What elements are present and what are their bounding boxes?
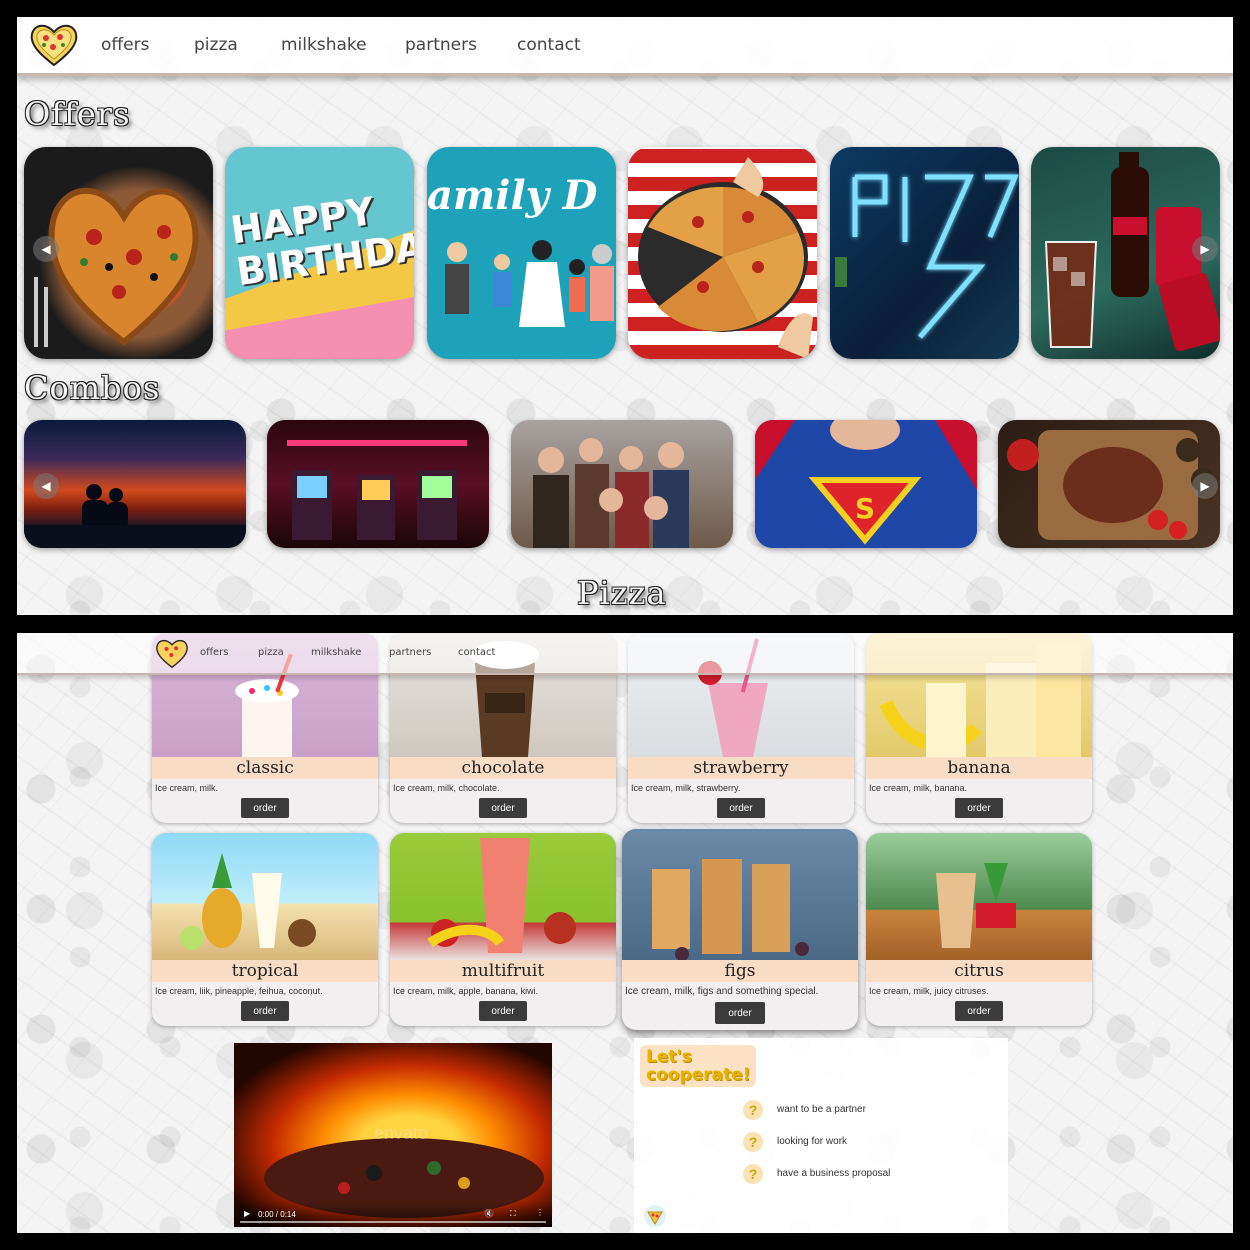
video-controls: ▶ 0:00 / 0:14 🔇 ⛶ ⋮: [234, 1201, 552, 1227]
combo-card-friends[interactable]: [511, 420, 733, 548]
superman-image: S: [755, 420, 977, 548]
nav-offers[interactable]: offers: [200, 647, 228, 658]
order-button[interactable]: order: [241, 1001, 289, 1021]
order-button[interactable]: order: [241, 798, 289, 818]
offers-next-arrow[interactable]: ▶: [1192, 236, 1218, 262]
coop-work-link[interactable]: looking for work: [777, 1136, 847, 1147]
pizza-heart-logo[interactable]: [29, 21, 79, 67]
offers-prev-arrow[interactable]: ◀: [33, 236, 59, 262]
order-button[interactable]: order: [479, 798, 527, 818]
neon-sign-image: [835, 174, 1019, 339]
shake-name: chocolate: [390, 757, 616, 779]
shake-name: multifruit: [390, 960, 616, 982]
offers-page-screenshot: offers pizza milkshake partners contact …: [17, 17, 1233, 615]
milkshake-card-tropical: tropical Ice cream, liik, pineapple, fei…: [152, 833, 378, 1026]
family-figures: [445, 240, 614, 327]
combos-prev-arrow[interactable]: ◀: [33, 473, 59, 499]
pizza-slices-image: [638, 157, 813, 359]
family-day-text: amily D: [427, 172, 598, 219]
multifruit-shake-image: [390, 833, 616, 960]
shake-name: figs: [622, 960, 858, 982]
more-options-icon[interactable]: ⋮: [536, 1208, 544, 1217]
steak-board-image: [1007, 430, 1215, 540]
shake-description: Ice cream, milk, banana.: [869, 783, 968, 793]
video-watermark: envato: [374, 1123, 429, 1143]
order-button[interactable]: order: [717, 798, 765, 818]
shake-name: banana: [866, 757, 1092, 779]
pizza-heart-logo[interactable]: [155, 637, 189, 669]
shake-description: Ice cream, milk.: [155, 783, 219, 793]
shake-description: Ice cream, milk, figs and something spec…: [625, 986, 819, 997]
question-icon: ?: [743, 1132, 763, 1152]
question-icon: ?: [743, 1100, 763, 1120]
combo-card-superman[interactable]: S: [755, 420, 977, 548]
shake-description: Ice cream, milk, chocolate.: [393, 783, 500, 793]
nav-milkshake[interactable]: milkshake: [311, 647, 361, 658]
cooperate-panel: Let's cooperate! ? want to be a partner …: [634, 1038, 1008, 1233]
nav-pizza[interactable]: pizza: [258, 647, 284, 658]
combo-card-arcade[interactable]: [267, 420, 489, 548]
milkshake-card-figs: figs Ice cream, milk, figs and something…: [622, 829, 858, 1030]
offer-card-happy-birthday[interactable]: HAPPY BIRTHDAY: [225, 147, 414, 359]
combo-card-steak[interactable]: [998, 420, 1220, 548]
order-button[interactable]: order: [955, 798, 1003, 818]
coop-partner-link[interactable]: want to be a partner: [777, 1104, 866, 1115]
chevron-left-icon: ◀: [41, 242, 51, 256]
video-time: 0:00 / 0:14: [258, 1210, 296, 1219]
figs-shake-image: [622, 829, 858, 961]
bottom-navbar: offers pizza milkshake partners contact: [17, 633, 1233, 675]
coop-proposal-link[interactable]: have a business proposal: [777, 1168, 890, 1179]
mute-icon[interactable]: 🔇: [484, 1209, 494, 1218]
nav-partners[interactable]: partners: [389, 647, 431, 658]
pizza-slice-icon: [644, 1205, 666, 1227]
play-icon[interactable]: ▶: [244, 1209, 250, 1218]
pizza-fire-video[interactable]: envato ▶ 0:00 / 0:14 🔇 ⛶ ⋮: [234, 1043, 552, 1227]
top-navbar: offers pizza milkshake partners contact: [17, 17, 1233, 76]
shake-description: Ice cream, milk, apple, banana, kiwi.: [393, 986, 539, 996]
shake-name: tropical: [152, 960, 378, 982]
nav-partners[interactable]: partners: [405, 35, 477, 55]
nav-contact[interactable]: contact: [517, 35, 581, 55]
cooperate-title-line1: Let's: [646, 1047, 692, 1067]
arcade-room-image: [287, 440, 467, 540]
shake-name: strawberry: [628, 757, 854, 779]
svg-text:S: S: [855, 492, 875, 525]
shake-name: classic: [152, 757, 378, 779]
milkshake-page-screenshot: offers pizza milkshake partners contact …: [17, 633, 1233, 1233]
offers-heading: Offers: [24, 95, 131, 133]
milkshake-card-multifruit: multifruit Ice cream, milk, apple, banan…: [390, 833, 616, 1026]
cooperate-title-line2: cooperate!: [646, 1065, 751, 1085]
shake-description: Ice cream, milk, juicy citruses.: [869, 986, 989, 996]
combos-next-arrow[interactable]: ▶: [1192, 473, 1218, 499]
citrus-shake-image: [866, 833, 1092, 960]
video-progress-bar[interactable]: [240, 1221, 546, 1223]
offer-card-family-day[interactable]: amily D: [427, 147, 616, 359]
nav-milkshake[interactable]: milkshake: [281, 35, 367, 55]
nav-contact[interactable]: contact: [458, 647, 495, 658]
nav-offers[interactable]: offers: [101, 35, 149, 55]
pizza-heading: Pizza: [577, 574, 667, 612]
nav-pizza[interactable]: pizza: [194, 35, 238, 55]
chevron-left-icon: ◀: [41, 479, 51, 493]
friends-group-image: [533, 438, 689, 548]
question-icon: ?: [743, 1164, 763, 1184]
order-button[interactable]: order: [955, 1001, 1003, 1021]
milkshake-card-citrus: citrus Ice cream, milk, juicy citruses. …: [866, 833, 1092, 1026]
chevron-right-icon: ▶: [1200, 479, 1210, 493]
cooperate-title: Let's cooperate!: [640, 1045, 757, 1087]
tropical-shake-image: [152, 833, 378, 960]
shake-name: citrus: [866, 960, 1092, 982]
chevron-right-icon: ▶: [1200, 242, 1210, 256]
order-button[interactable]: order: [479, 1001, 527, 1021]
combos-heading: Combos: [24, 369, 161, 407]
offer-card-pizza-sharing[interactable]: [628, 147, 817, 359]
shake-description: Ice cream, milk, strawberry.: [631, 783, 741, 793]
shake-description: Ice cream, liik, pineapple, feihua, coco…: [155, 986, 323, 996]
order-button[interactable]: order: [715, 1002, 765, 1024]
fullscreen-icon[interactable]: ⛶: [510, 1209, 516, 1219]
offer-card-neon-pizza[interactable]: [830, 147, 1019, 359]
